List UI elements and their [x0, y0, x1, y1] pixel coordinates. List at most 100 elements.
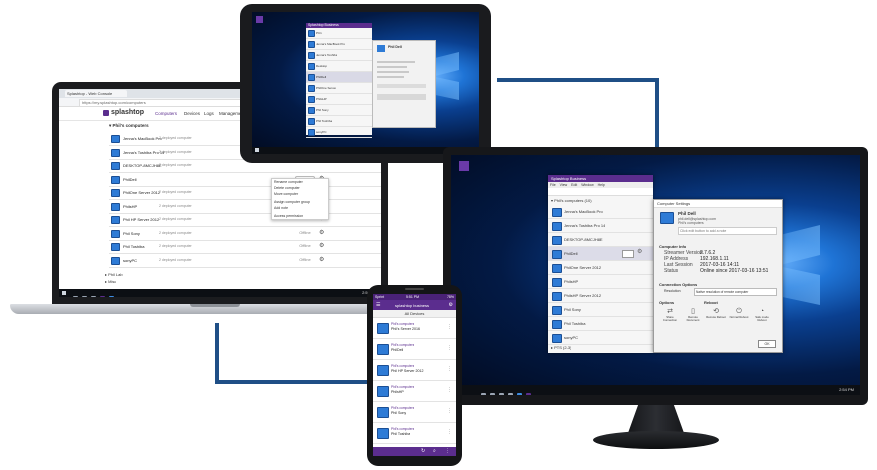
computer-sub: 2 deployed computer [159, 230, 192, 235]
list-item[interactable]: Phil Toshiba [306, 116, 372, 127]
gear-icon[interactable]: ⚙ [637, 248, 642, 255]
list-item[interactable]: Jenna's Toshiba [306, 50, 372, 61]
list-item[interactable]: Phil's computers PhilDell ⋮ [373, 339, 456, 360]
table-row[interactable]: Phil HP Server 20122 deployed computer⚙ [109, 213, 381, 227]
list-item[interactable]: Phil Toshiba [548, 317, 653, 331]
phone-settings-icon[interactable]: ⚙ [449, 302, 453, 308]
table-row[interactable]: sonyPC 2 deployed computer Offline ⚙ [109, 254, 381, 268]
list-item[interactable]: Desktop [306, 61, 372, 72]
group-misc[interactable]: ▸ Misc [105, 279, 116, 284]
menu-item-access-permission[interactable]: Access permission [272, 211, 328, 219]
option-button[interactable]: ▯ Remote Document [682, 307, 704, 325]
computer-icon [308, 52, 315, 59]
list-item[interactable]: Phil Sony [548, 303, 653, 317]
computer-sub: 2 deployed computer [159, 257, 192, 262]
computer-icon [111, 202, 120, 211]
list-item[interactable]: Jenna's Toshiba Pro 14 [548, 219, 653, 233]
windows-start-icon[interactable] [62, 291, 66, 295]
computer-name: PhilOne Server 2012 [564, 265, 602, 270]
list-item[interactable]: PhilDell [306, 72, 372, 83]
address-bar[interactable]: https://my.splashtop.com/computers [79, 99, 263, 107]
list-item[interactable]: Phil's computers Phil's Server 2016 ⋮ [373, 318, 456, 339]
phone-refresh-icon[interactable]: ↻ [421, 448, 425, 454]
more-icon[interactable]: ⋮ [447, 345, 452, 351]
resolution-select[interactable]: Native resolution of remote computer [694, 288, 777, 296]
group-phil-lab[interactable]: ▸ Phil Lab [105, 272, 123, 277]
list-item[interactable]: Jenna's MacBook Pro [306, 39, 372, 50]
phone-tab-all-devices[interactable]: All Devices [373, 310, 456, 318]
tablet-start-icon[interactable] [255, 148, 259, 152]
option-label: Normal Reboot [729, 316, 749, 319]
phone-bottom-bar: ↻ ⌕ ⋮ [373, 447, 456, 456]
settings-note-field[interactable]: Click edit button to add a note [678, 227, 777, 235]
options-title: Options [659, 300, 675, 305]
list-item[interactable]: PhilDell ⚙ [548, 247, 653, 261]
computer-icon [308, 85, 315, 92]
option-button[interactable]: ⏻ Normal Reboot [728, 307, 750, 325]
list-item[interactable]: Phil's computers Phil HP Server 2012 ⋮ [373, 360, 456, 381]
nav-devices[interactable]: Devices [184, 111, 200, 116]
list-item[interactable]: Phil's computers Phil Sony ⋮ [373, 402, 456, 423]
list-item[interactable]: Jenna's MacBook Pro [548, 205, 653, 219]
desktop-app-shortcut-icon[interactable] [459, 161, 469, 171]
option-button[interactable]: ⇄ Share Connection [659, 307, 681, 325]
list-item[interactable]: Phil's computers Phil Toshiba ⋮ [373, 423, 456, 444]
list-item[interactable]: PhilOne Server [306, 83, 372, 94]
list-item[interactable]: PhilsHP Server 2012 [548, 289, 653, 303]
list-item[interactable]: PhilsHP [548, 275, 653, 289]
nav-computers[interactable]: Computers [155, 111, 177, 116]
connector-line-top-v [655, 78, 659, 148]
nav-logs[interactable]: Logs [204, 111, 214, 116]
settings-ok-button[interactable]: OK [758, 340, 776, 348]
monitor-bottom-group[interactable]: ▸ PTS (2-3) [551, 345, 571, 350]
monitor-bezel: Splashtop Business File View Edit Window Hel… [443, 147, 868, 405]
more-icon[interactable]: ⋮ [447, 408, 452, 414]
computer-name: Phil Toshiba [564, 321, 586, 326]
monitor-group-text: Phil's computers (10) [554, 198, 592, 203]
list-item[interactable]: PhilOne Server 2012 [548, 261, 653, 275]
table-row[interactable]: Phil Sony 2 deployed computer Offline ⚙ [109, 227, 381, 241]
phone-search-icon[interactable]: ⌕ [433, 448, 436, 454]
gear-icon[interactable]: ⚙ [319, 256, 324, 263]
menu-view[interactable]: View [560, 183, 568, 187]
menu-edit[interactable]: Edit [571, 183, 577, 187]
list-item[interactable]: sonyPC [306, 127, 372, 138]
option-button[interactable]: ⟲ Remote Reboot [705, 307, 727, 325]
menu-icon[interactable]: ☰ [376, 302, 380, 308]
tablet-app-shortcut-icon[interactable] [256, 16, 263, 23]
table-row[interactable]: PhilDellConnect⚙ [109, 173, 381, 187]
more-icon[interactable]: ⋮ [447, 324, 452, 330]
table-row[interactable]: PhilsHP 2 deployed computer [109, 200, 381, 214]
option-button[interactable]: ◔ Safe mode Reboot [751, 307, 773, 325]
table-row[interactable]: PhilOne Server 2012 2 deployed computer [109, 186, 381, 200]
list-item[interactable]: sonyPC [548, 331, 653, 345]
menu-help[interactable]: Help [598, 183, 605, 187]
list-item[interactable]: Phil Sony [306, 105, 372, 116]
device-name: Phil HP Server 2012 [391, 369, 424, 373]
menu-item-assign-group[interactable]: Assign computer group [272, 197, 328, 205]
computer-icon [111, 243, 120, 251]
table-row[interactable]: Phil Toshiba 2 deployed computer Offline ⚙ [109, 240, 381, 254]
more-icon[interactable]: ⋮ [447, 429, 452, 435]
computer-sub: 2 deployed computer [159, 163, 192, 167]
list-item[interactable]: PhilsHP [306, 94, 372, 105]
list-item[interactable]: Phil's computers PhilsHP ⋮ [373, 381, 456, 402]
phone-more-icon[interactable]: ⋮ [445, 448, 450, 454]
tablet-app-window: Splashtop Business PC1 Jenna's MacBook Pr… [306, 23, 372, 138]
monitor-computer-list: Jenna's MacBook Pro Jenna's Toshiba Pro 1… [548, 205, 653, 345]
connect-icon[interactable] [622, 250, 634, 258]
computer-icon [377, 323, 389, 334]
menu-window[interactable]: Window [581, 183, 593, 187]
computer-name: DESKTOP-8MCJH8E [564, 237, 603, 242]
menu-file[interactable]: File [550, 183, 556, 187]
browser-tab[interactable]: Splashtop - Web Console [65, 90, 127, 97]
list-item[interactable]: PC1 [306, 28, 372, 39]
more-icon[interactable]: ⋮ [447, 387, 452, 393]
monitor-search-row[interactable] [548, 188, 653, 196]
gear-icon[interactable]: ⚙ [319, 242, 324, 249]
list-item[interactable]: DESKTOP-8MCJH8E [548, 233, 653, 247]
more-icon[interactable]: ⋮ [447, 366, 452, 372]
gear-icon[interactable]: ⚙ [319, 229, 324, 236]
monitor-group-label[interactable]: ▾ Phil's computers (10) [548, 196, 653, 205]
info-row: Status Online since 2017-03-16 13:51 [664, 268, 778, 274]
